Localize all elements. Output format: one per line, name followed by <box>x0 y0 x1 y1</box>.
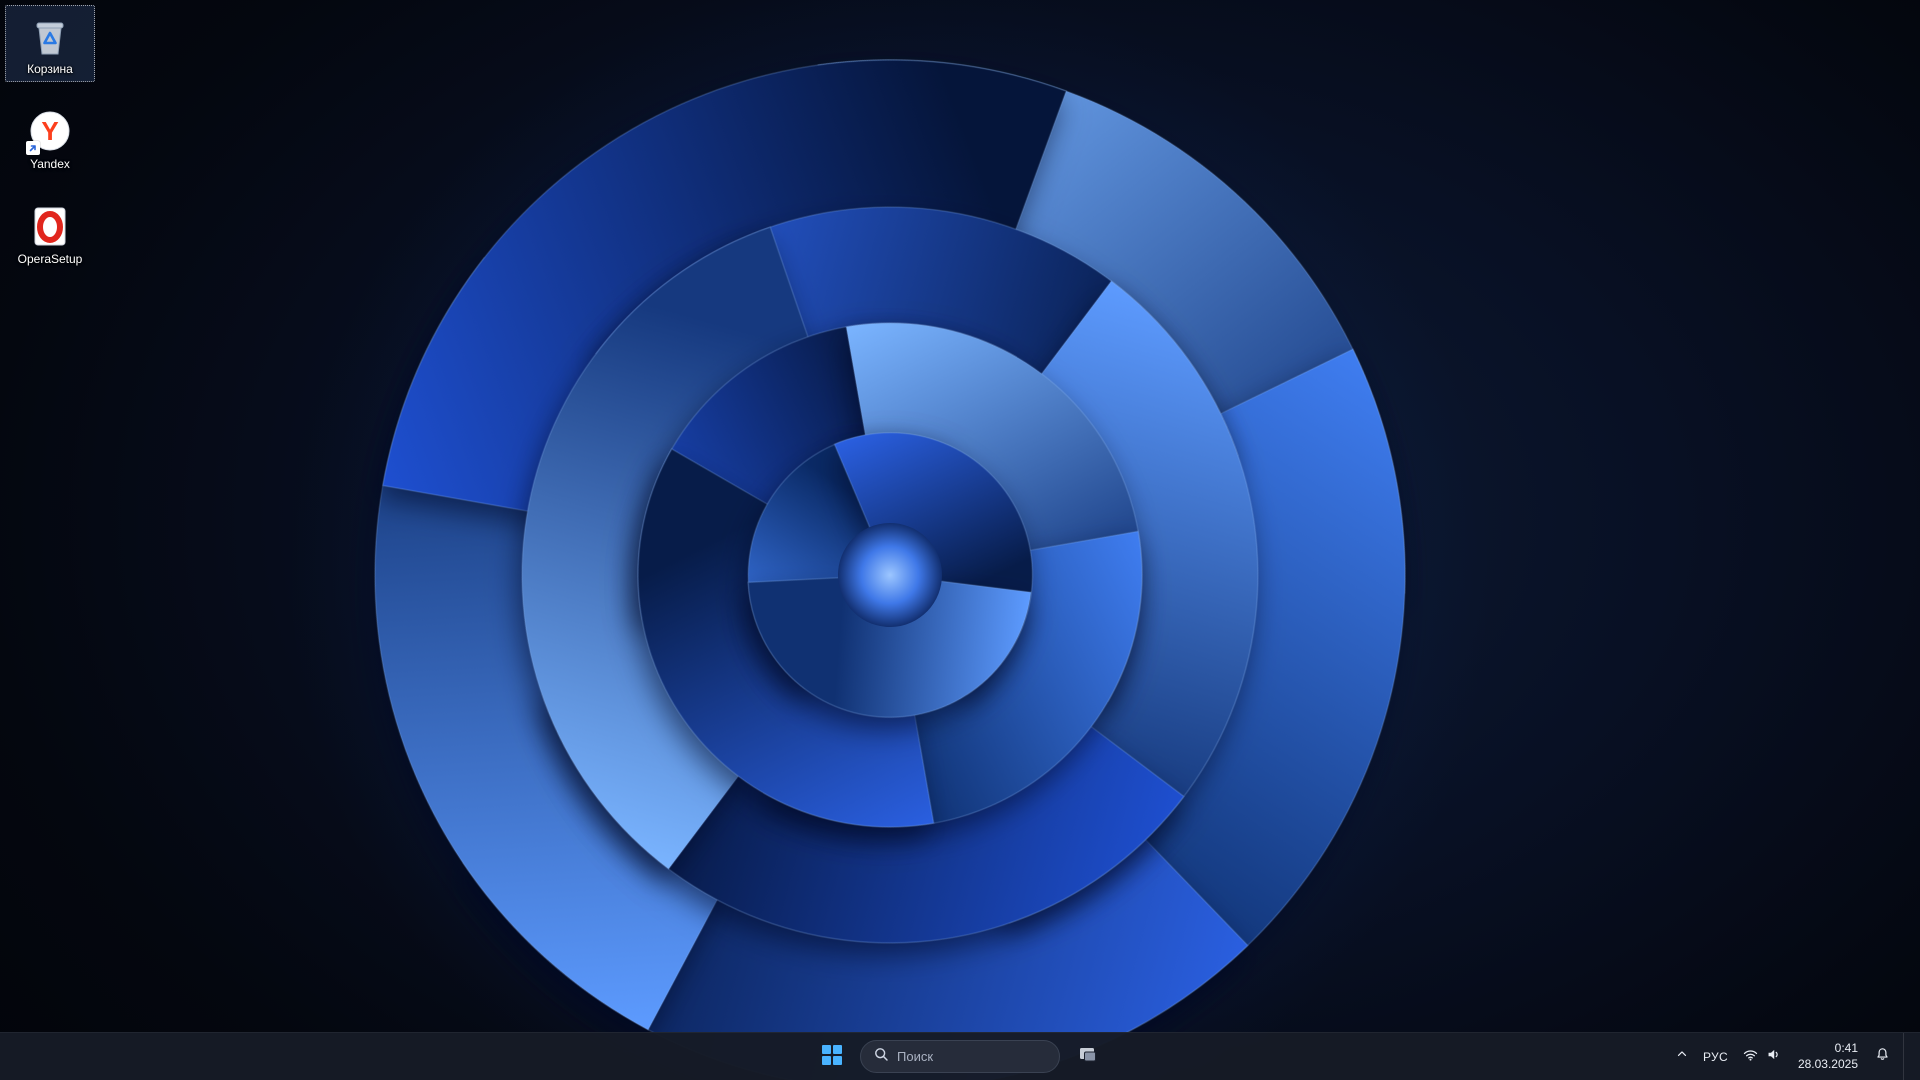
windows-start-icon <box>821 1044 843 1069</box>
hidden-icons-button[interactable] <box>1669 1037 1695 1077</box>
search-input[interactable] <box>897 1049 1037 1064</box>
taskbar-search[interactable] <box>860 1040 1060 1073</box>
desktop-icon-recycle-bin[interactable]: Корзина <box>5 5 95 82</box>
search-icon <box>873 1046 889 1067</box>
clock-date: 28.03.2025 <box>1797 1056 1858 1071</box>
language-label: РУС <box>1703 1049 1728 1064</box>
notification-center-button[interactable] <box>1868 1037 1897 1077</box>
task-view-button[interactable] <box>1068 1037 1108 1077</box>
desktop-icon-label: OperaSetup <box>17 251 83 266</box>
network-volume-button[interactable] <box>1736 1037 1788 1077</box>
desktop-icon-grid: Корзина Y Yandex OperaSetup <box>5 5 95 271</box>
chevron-up-icon <box>1675 1047 1689 1066</box>
wallpaper-bloom <box>290 0 1490 1080</box>
language-indicator[interactable]: РУС <box>1697 1037 1734 1077</box>
desktop: Корзина Y Yandex OperaSetup Поиск РУС 0:… <box>0 0 1920 1080</box>
clock[interactable]: 0:41 28.03.2025 <box>1790 1037 1866 1077</box>
show-desktop-button[interactable] <box>1903 1033 1908 1080</box>
wifi-icon <box>1742 1046 1759 1068</box>
desktop-icon-opera-setup[interactable]: OperaSetup <box>5 195 95 272</box>
system-tray: РУС 0:41 28.03.2025 <box>1669 1033 1920 1080</box>
task-view-icon <box>1077 1044 1099 1069</box>
bell-icon <box>1874 1046 1891 1068</box>
taskbar-center-group <box>812 1033 1108 1080</box>
svg-text:Y: Y <box>41 116 58 146</box>
recycle-bin-icon <box>26 12 74 60</box>
desktop-icon-yandex[interactable]: Y Yandex <box>5 100 95 177</box>
opera-setup-icon <box>26 202 74 250</box>
start-button[interactable] <box>812 1037 852 1077</box>
clock-time: 0:41 <box>1834 1040 1858 1055</box>
yandex-browser-icon: Y <box>26 107 74 155</box>
taskbar: РУС <box>0 1032 1920 1080</box>
speaker-icon <box>1765 1046 1782 1068</box>
shortcut-arrow-icon <box>26 140 40 155</box>
desktop-icon-label: Корзина <box>27 62 73 76</box>
desktop-icon-label: Yandex <box>30 156 70 171</box>
